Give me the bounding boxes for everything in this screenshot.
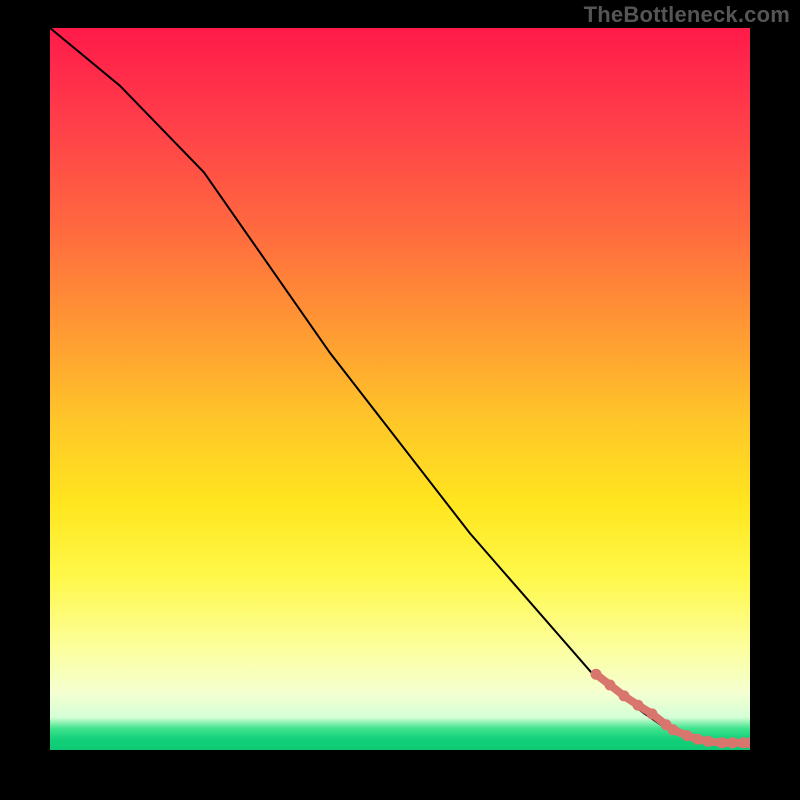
plot-area <box>50 28 750 750</box>
bottleneck-curve <box>50 28 750 743</box>
plot-overlay <box>50 28 750 750</box>
chart-frame: TheBottleneck.com <box>0 0 800 800</box>
watermark-text: TheBottleneck.com <box>584 2 790 28</box>
curve-group <box>50 28 750 743</box>
marker-group <box>591 669 750 748</box>
